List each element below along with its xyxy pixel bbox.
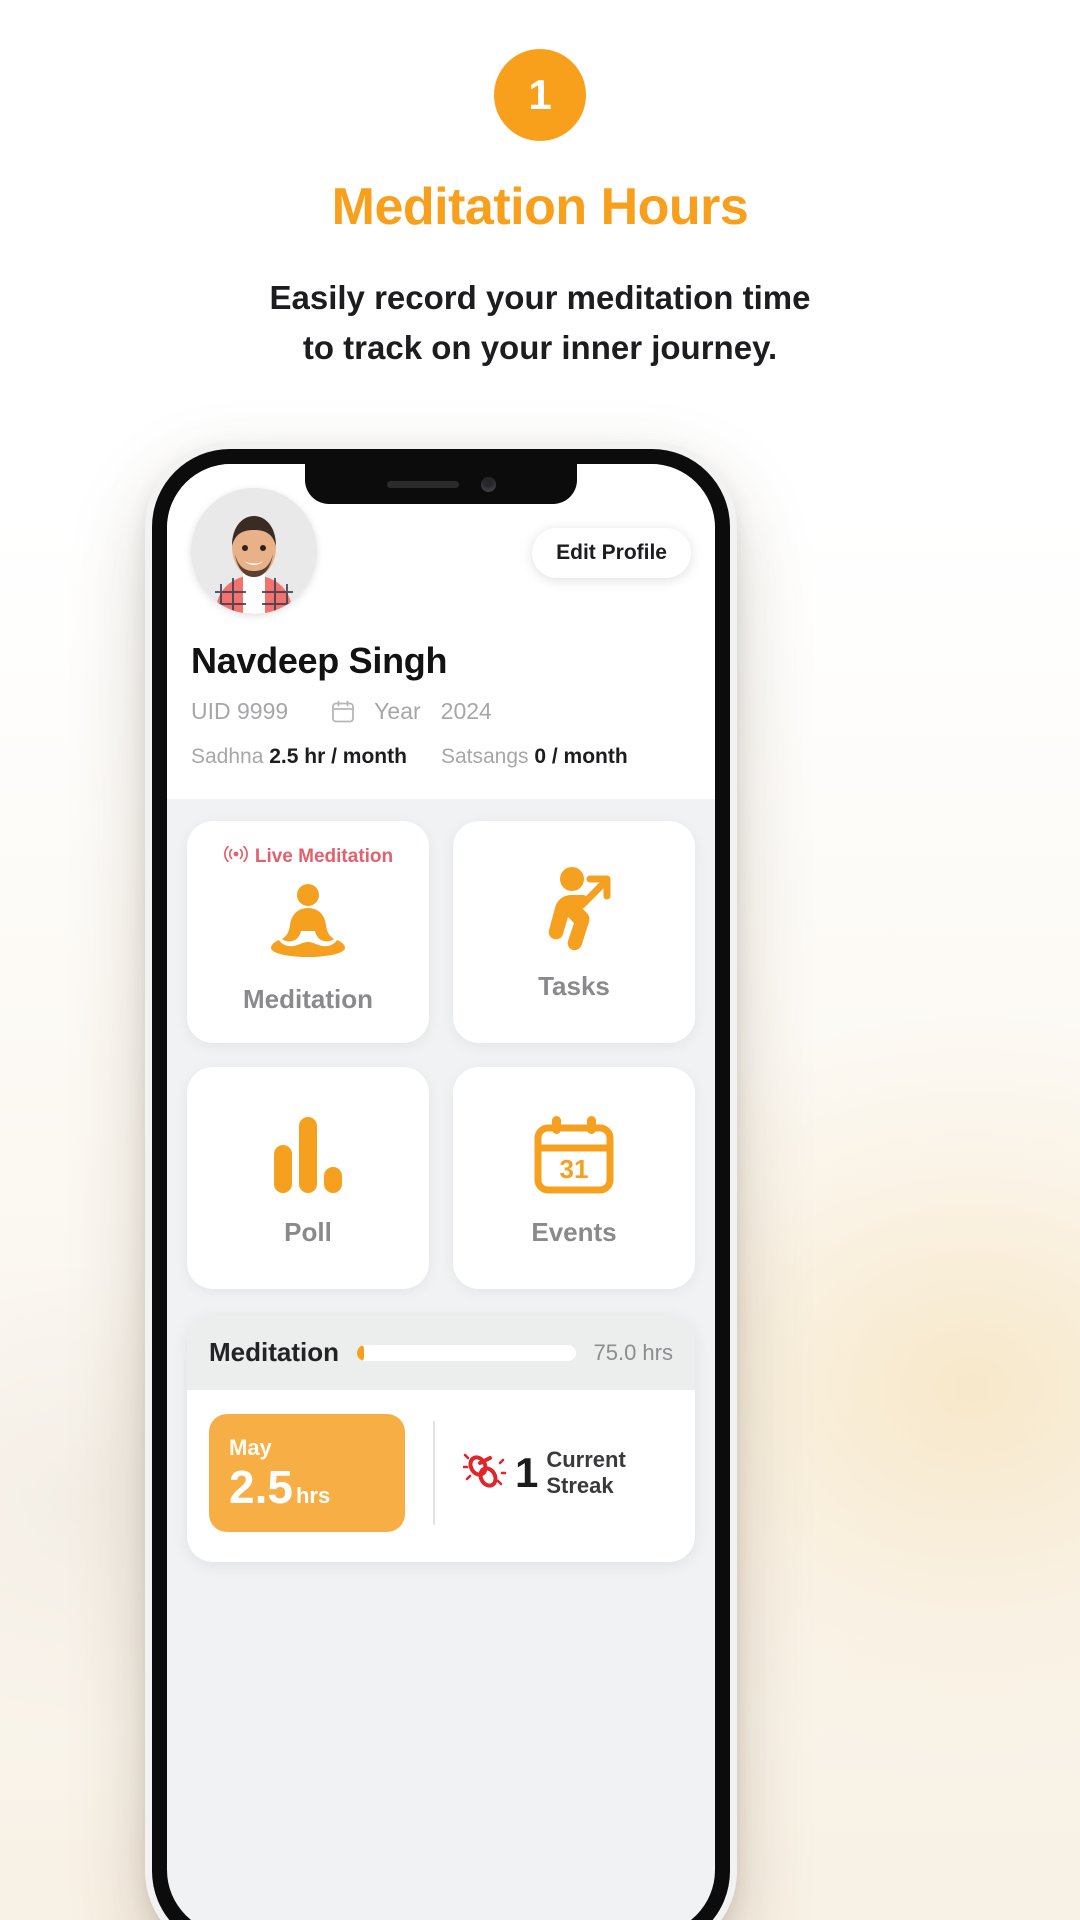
tile-label-events: Events xyxy=(531,1216,617,1247)
feature-tile-grid: Live Meditation Meditation Tasks Poll 31… xyxy=(167,799,715,1289)
month-hours-number: 2.5 xyxy=(229,1460,293,1513)
live-meditation-label: Live Meditation xyxy=(254,846,394,867)
meditation-progress-value: 75.0 hrs xyxy=(593,1339,674,1365)
avatar[interactable] xyxy=(191,488,317,614)
profile-year-value: 2024 xyxy=(440,698,492,724)
month-label: May xyxy=(229,1434,272,1460)
phone-screen: Edit Profile Navdeep Singh UID 9999 Year… xyxy=(167,464,715,1920)
profile-panel: Edit Profile Navdeep Singh UID 9999 Year… xyxy=(167,464,715,799)
bar-chart-icon xyxy=(272,1109,344,1201)
month-hours-unit: hrs xyxy=(295,1482,331,1508)
live-meditation-badge: Live Meditation xyxy=(187,845,429,869)
streak-label: Current Streak xyxy=(546,1447,626,1498)
profile-name: Navdeep Singh xyxy=(191,640,448,681)
broadcast-icon xyxy=(223,845,249,869)
tile-poll[interactable]: Poll xyxy=(187,1067,429,1289)
page-subtitle: Easily record your meditation time to tr… xyxy=(0,273,1080,373)
sadhna-value: 2.5 hr / month xyxy=(269,745,407,768)
tile-label-tasks: Tasks xyxy=(538,970,610,1001)
summary-title: Meditation xyxy=(209,1337,339,1367)
phone-mockup: Edit Profile Navdeep Singh UID 9999 Year… xyxy=(152,449,730,1920)
subtitle-line-1: Easily record your meditation time xyxy=(269,279,811,316)
streak-count: 1 xyxy=(515,1449,539,1496)
svg-text:31: 31 xyxy=(560,1154,589,1184)
streak-chain-icon xyxy=(462,1450,507,1497)
profile-meta-row: UID 9999 Year 2024 xyxy=(191,698,691,725)
profile-year-label: Year xyxy=(374,698,421,724)
edit-profile-button[interactable]: Edit Profile xyxy=(532,528,691,578)
profile-stats-row: Sadhna 2.5 hr / month Satsangs 0 / month xyxy=(191,745,691,769)
summary-header: Meditation 75.0 hrs xyxy=(187,1315,695,1390)
summary-divider xyxy=(433,1421,435,1525)
summary-body: May 2.5 hrs 1 Current Streak xyxy=(187,1390,695,1562)
person-growth-arrow-icon xyxy=(530,863,618,955)
tile-label-poll: Poll xyxy=(284,1216,332,1247)
month-hours-value: 2.5 hrs xyxy=(229,1463,385,1511)
front-camera-icon xyxy=(480,476,496,492)
current-streak: 1 Current Streak xyxy=(462,1447,673,1499)
earpiece-speaker-icon xyxy=(386,480,459,488)
sadhna-stat: Sadhna 2.5 hr / month xyxy=(191,745,407,769)
lotus-meditation-icon xyxy=(265,876,351,968)
calendar-31-icon: 31 xyxy=(534,1109,614,1201)
step-number-badge: 1 xyxy=(494,49,586,141)
calendar-icon xyxy=(332,700,355,723)
profile-uid: UID 9999 xyxy=(191,698,289,724)
satsangs-label: Satsangs xyxy=(440,745,529,768)
meditation-progress-bar xyxy=(357,1344,576,1361)
page-header: 1 Meditation Hours Easily record your me… xyxy=(0,0,1080,373)
month-hours-chip[interactable]: May 2.5 hrs xyxy=(209,1414,405,1532)
phone-notch xyxy=(305,464,577,504)
subtitle-line-2: to track on your inner journey. xyxy=(302,329,778,367)
tile-meditation[interactable]: Live Meditation Meditation xyxy=(187,821,429,1043)
meditation-summary-card: Meditation 75.0 hrs May 2.5 hrs 1 Curren… xyxy=(187,1315,695,1562)
profile-header-row: Edit Profile xyxy=(191,488,691,614)
satsangs-value: 0 / month xyxy=(534,745,628,768)
tile-label-meditation: Meditation xyxy=(243,983,373,1014)
page-title: Meditation Hours xyxy=(331,178,749,236)
meditation-progress-fill xyxy=(357,1344,364,1361)
tile-events[interactable]: 31 Events xyxy=(453,1067,695,1289)
sadhna-label: Sadhna xyxy=(191,745,264,768)
tile-tasks[interactable]: Tasks xyxy=(453,821,695,1043)
satsangs-stat: Satsangs 0 / month xyxy=(441,745,628,769)
